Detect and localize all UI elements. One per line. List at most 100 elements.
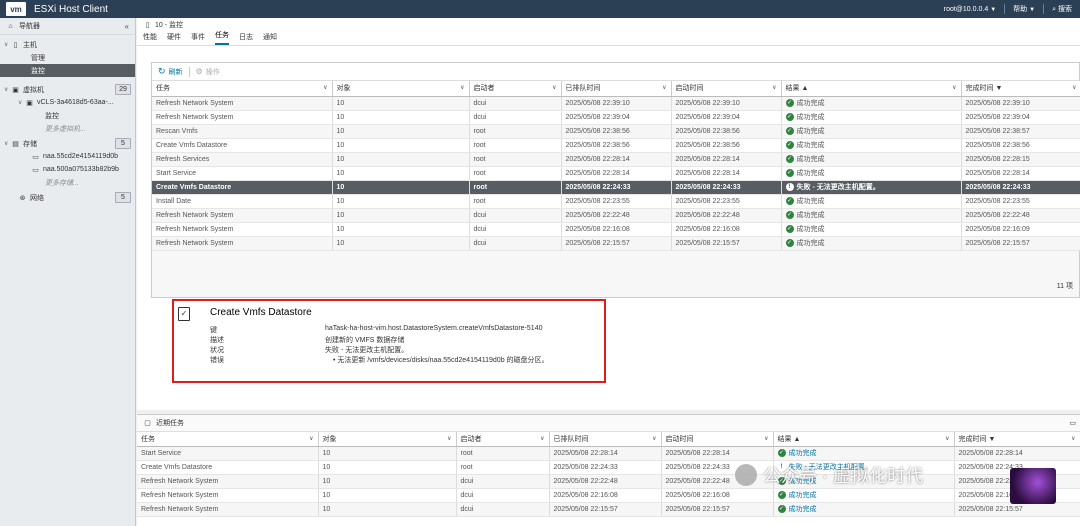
column-header-initiator[interactable]: 启动者 ∨ (469, 81, 562, 97)
cell-result: ✓ 成功完成 (781, 208, 962, 223)
help-menu[interactable]: 帮助 ▼ (1013, 4, 1035, 14)
chevron-down-icon[interactable]: ∨ (662, 84, 666, 91)
chevron-down-icon[interactable]: ∨ (772, 84, 776, 91)
sidebar-item-monitor[interactable]: 监控 (0, 64, 135, 77)
refresh-label: 刷新 (168, 68, 183, 76)
column-header-result[interactable]: 结果 ▲ ∨ (781, 81, 962, 97)
column-header-task[interactable]: 任务 ∨ (152, 81, 333, 97)
chevron-down-icon[interactable]: ∨ (447, 435, 451, 442)
column-header-queued[interactable]: 已排队时间 ∨ (549, 432, 662, 447)
recent-tasks-panel: ▢ 近期任务 ▭ 任务 ∨ 对象 ∨ 启动者 ∨ 已排队时间 ∨ 启动时间 ∨ 结果 ▲ ∨… (137, 414, 1080, 526)
cell-started: 2025/05/08 22:16:08 (661, 488, 774, 503)
table-row[interactable]: Start Service 10 root 2025/05/08 22:28:14 20… (137, 446, 1080, 461)
table-row[interactable]: Refresh Network System 10 dcui 2025/05/08 2… (137, 474, 1080, 489)
column-header-started[interactable]: 启动时间 ∨ (671, 81, 782, 97)
maximize-icon[interactable]: ▭ (1069, 419, 1076, 427)
success-icon: ✓ (785, 127, 794, 136)
sidebar-item-network[interactable]: ⊛ 网络 5 (0, 191, 135, 204)
tab-logs[interactable]: 日志 (239, 32, 253, 45)
sidebar-item-manage[interactable]: 管理 (0, 51, 135, 64)
column-header-started[interactable]: 启动时间 ∨ (661, 432, 774, 447)
chevron-down-icon[interactable]: ∨ (552, 84, 556, 91)
column-label: 完成时间 ▼ (965, 85, 1003, 93)
user-menu[interactable]: root@10.0.0.4 ▼ (944, 6, 996, 13)
table-row[interactable]: Refresh Network System 10 dcui 2025/05/08 2… (137, 488, 1080, 503)
cell-initiator: root (469, 194, 562, 209)
tab-hardware[interactable]: 硬件 (167, 32, 181, 45)
chevron-down-icon[interactable]: ∨ (540, 435, 544, 442)
table-row[interactable]: Refresh Network System 10 dcui 2025/05/08 2… (152, 236, 1080, 251)
column-label: 启动时间 (675, 85, 704, 93)
table-row[interactable]: Refresh Network System 10 dcui 2025/05/08 2… (152, 208, 1080, 223)
sidebar-item-host[interactable]: ∨ ▯ 主机 (0, 38, 135, 51)
sidebar-item-vm1-monitor[interactable]: 监控 (0, 109, 135, 122)
cell-result: ✓ 成功完成 (781, 166, 962, 181)
sidebar-item-storage[interactable]: ∨ ▤ 存储 5 (0, 137, 135, 150)
table-row[interactable]: Create Vmfs Datastore 10 root 2025/05/08 22… (152, 138, 1080, 153)
cell-object: 10 (332, 222, 470, 237)
task-detail-panel: ✓ Create Vmfs Datastore 键 haTask-ha-host-… (172, 299, 606, 383)
sidebar-item-vm1[interactable]: ∨ ▣ vCLS-3a4618d5-63aa-... (0, 96, 135, 109)
cell-initiator: dcui (469, 96, 562, 111)
table-row[interactable]: Refresh Network System 10 dcui 2025/05/08 2… (137, 502, 1080, 517)
column-header-completed[interactable]: 完成时间 ▼ ∨ (961, 81, 1080, 97)
cell-initiator: root (469, 152, 562, 167)
cell-initiator: dcui (456, 488, 550, 503)
cell-completed: 2025/05/08 22:22:48 (961, 208, 1080, 223)
cell-initiator: root (456, 446, 550, 461)
chevron-down-icon[interactable]: ∨ (1071, 435, 1075, 442)
recent-tasks-table: 任务 ∨ 对象 ∨ 启动者 ∨ 已排队时间 ∨ 启动时间 ∨ 结果 ▲ ∨ 完成时间 ▼ ∨ … (137, 432, 1080, 517)
column-header-completed[interactable]: 完成时间 ▼ ∨ (954, 432, 1080, 447)
collapse-icon[interactable]: « (125, 22, 129, 31)
recent-tasks-title: 近期任务 (156, 420, 184, 427)
sidebar-item-more-storage[interactable]: 更多存储... (0, 176, 135, 189)
refresh-button[interactable]: ↻ 刷新 (158, 66, 183, 77)
sidebar-item-label: 监控 (31, 67, 45, 75)
tab-tasks[interactable]: 任务 (215, 30, 229, 45)
vmware-logo: vm (6, 2, 26, 16)
table-row[interactable]: Install Date 10 root 2025/05/08 22:23:55 202… (152, 194, 1080, 209)
result-text[interactable]: 成功完成 (789, 506, 817, 513)
chevron-down-icon[interactable]: ∨ (764, 435, 768, 442)
cell-started: 2025/05/08 22:39:04 (671, 110, 782, 125)
tab-events[interactable]: 事件 (191, 32, 205, 45)
column-header-queued[interactable]: 已排队时间 ∨ (561, 81, 672, 97)
chevron-down-icon[interactable]: ∨ (945, 435, 949, 442)
actions-button[interactable]: ⚙ 操作 (196, 67, 220, 77)
search-button[interactable]: ⌕ 搜索 (1052, 4, 1072, 14)
cell-initiator: root (469, 166, 562, 181)
column-header-task[interactable]: 任务 ∨ (137, 432, 319, 447)
result-text[interactable]: 成功完成 (789, 492, 817, 499)
table-row[interactable]: Refresh Network System 10 dcui 2025/05/08 2… (152, 110, 1080, 125)
cell-queued: 2025/05/08 22:15:57 (561, 236, 672, 251)
column-label: 结果 ▲ (785, 85, 809, 93)
sidebar-item-datastore-1[interactable]: ▭ naa.55cd2e4154119d0b (0, 150, 135, 163)
tab-notifications[interactable]: 通知 (263, 32, 277, 45)
chevron-down-icon[interactable]: ∨ (309, 435, 313, 442)
table-row[interactable]: Start Service 10 root 2025/05/08 22:28:14 20… (152, 166, 1080, 181)
table-row[interactable]: Refresh Services 10 root 2025/05/08 22:28:1… (152, 152, 1080, 167)
chevron-down-icon[interactable]: ∨ (1072, 84, 1076, 91)
table-row[interactable]: Refresh Network System 10 dcui 2025/05/08 2… (152, 96, 1080, 111)
column-header-initiator[interactable]: 启动者 ∨ (456, 432, 550, 447)
detail-value: haTask-ha-host-vim.host.DatastoreSystem.… (325, 325, 543, 332)
sidebar-item-vms[interactable]: ∨ ▣ 虚拟机 29 (0, 83, 135, 96)
table-row[interactable]: Create Vmfs Datastore 10 root 2025/05/08 22… (152, 180, 1080, 195)
tab-performance[interactable]: 性能 (143, 32, 157, 45)
column-header-object[interactable]: 对象 ∨ (318, 432, 457, 447)
result-text[interactable]: 成功完成 (789, 450, 817, 457)
chevron-down-icon[interactable]: ∨ (652, 435, 656, 442)
sidebar-item-datastore-2[interactable]: ▭ naa.500a075133b82b9b (0, 163, 135, 176)
sidebar-item-label: 主机 (23, 41, 37, 49)
table-row[interactable]: Rescan Vmfs 10 root 2025/05/08 22:38:56 2025… (152, 124, 1080, 139)
chevron-down-icon[interactable]: ∨ (323, 84, 327, 91)
column-header-result[interactable]: 结果 ▲ ∨ (773, 432, 955, 447)
cell-started: 2025/05/08 22:15:57 (661, 502, 774, 517)
chevron-down-icon[interactable]: ∨ (460, 84, 464, 91)
cell-started: 2025/05/08 22:22:48 (671, 208, 782, 223)
table-row[interactable]: Refresh Network System 10 dcui 2025/05/08 2… (152, 222, 1080, 237)
chevron-down-icon[interactable]: ∨ (952, 84, 956, 91)
table-row[interactable]: Create Vmfs Datastore 10 root 2025/05/08 22… (137, 460, 1080, 475)
sidebar-item-more-vms[interactable]: 更多虚拟机... (0, 122, 135, 135)
column-header-object[interactable]: 对象 ∨ (332, 81, 470, 97)
